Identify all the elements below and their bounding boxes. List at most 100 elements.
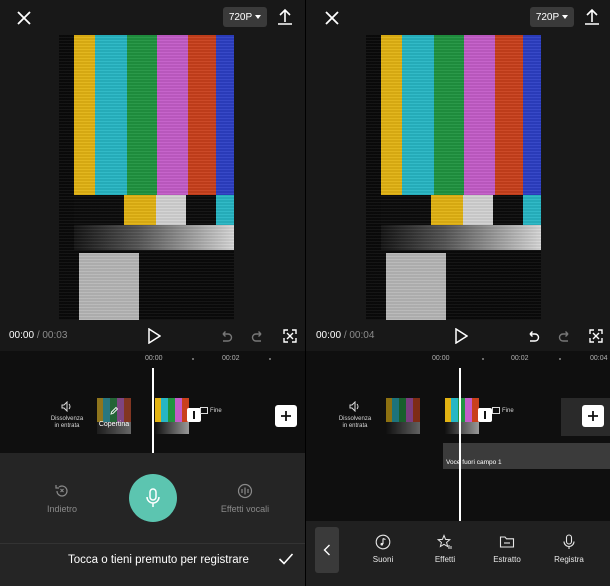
test-row — [124, 195, 156, 225]
record-hint: Tocca o tieni premuto per registrare — [68, 554, 249, 566]
rewind-icon — [55, 485, 68, 497]
record-button[interactable] — [129, 474, 177, 522]
voice-effects-icon — [237, 483, 253, 499]
fade-in-option[interactable]: Dissolvenza in entrata — [45, 401, 89, 430]
test-row — [216, 195, 234, 225]
chevron-left-icon — [323, 544, 330, 556]
cover-thumbnail — [97, 398, 131, 434]
fullscreen-icon[interactable] — [283, 329, 297, 343]
end-option[interactable]: Fine — [492, 407, 514, 414]
speaker-icon — [61, 401, 71, 412]
plus-icon — [281, 411, 291, 421]
ruler-dot — [482, 358, 484, 360]
color-bar — [74, 35, 95, 195]
split-icon[interactable] — [187, 408, 201, 422]
test-row — [523, 195, 541, 225]
microphone-icon — [563, 534, 575, 549]
back-label: Indietro — [46, 504, 78, 514]
ruler-tick: 00:00 — [145, 355, 163, 362]
color-bar — [402, 35, 434, 195]
voice-effects-label: Effetti vocali — [220, 504, 270, 514]
tool-effects-label: Effetti — [434, 555, 456, 564]
export-icon[interactable] — [276, 7, 294, 27]
cover-label: Copertina — [98, 421, 130, 428]
color-bar — [188, 35, 216, 195]
tool-record-label: Registra — [554, 555, 584, 564]
back-button[interactable]: Indietro — [40, 483, 84, 514]
tool-effects[interactable]: Effetti — [420, 534, 470, 564]
undo-icon[interactable] — [219, 329, 233, 343]
play-icon[interactable] — [454, 328, 468, 344]
music-note-icon — [375, 534, 391, 550]
test-row — [381, 195, 431, 225]
end-icon — [200, 407, 208, 414]
end-icon — [492, 407, 500, 414]
test-row — [186, 195, 216, 225]
close-icon[interactable] — [14, 8, 34, 28]
voice-effects-button[interactable]: Effetti vocali — [213, 483, 277, 514]
speaker-icon — [349, 401, 359, 412]
playhead[interactable] — [152, 368, 154, 453]
microphone-icon — [146, 488, 160, 507]
test-row — [74, 195, 124, 225]
pencil-icon — [110, 406, 119, 415]
tool-extract[interactable]: Estratto — [482, 534, 532, 564]
tool-record[interactable]: Registra — [544, 534, 594, 564]
test-row — [156, 195, 186, 225]
video-preview[interactable] — [59, 35, 234, 320]
resolution-label: 720P — [228, 11, 253, 23]
resolution-button[interactable]: 720P — [530, 7, 574, 27]
ruler-dot — [192, 358, 194, 360]
ruler-tick: 00:00 — [432, 355, 450, 362]
color-bar — [127, 35, 157, 195]
right-editor-panel: 720P 00:00 / 00:04 00:00 00:02 00:04 Dis… — [306, 0, 610, 586]
video-preview[interactable] — [366, 35, 541, 320]
divider — [0, 543, 305, 544]
fullscreen-icon[interactable] — [589, 329, 603, 343]
ruler-dot — [269, 358, 271, 360]
play-icon[interactable] — [147, 328, 161, 344]
color-bar — [95, 35, 127, 195]
fade-label-line1: Dissolvenza — [338, 416, 372, 422]
add-clip-button[interactable] — [582, 405, 604, 427]
time-display: 00:00 / 00:03 — [9, 330, 68, 341]
redo-icon[interactable] — [251, 329, 265, 343]
video-clip[interactable] — [155, 398, 189, 434]
undo-icon[interactable] — [526, 329, 540, 343]
redo-icon[interactable] — [558, 329, 572, 343]
video-clip[interactable] — [445, 398, 479, 434]
cover-thumbnail[interactable] — [386, 398, 420, 434]
end-label: Fine — [210, 407, 222, 414]
cover-button[interactable]: Copertina — [97, 398, 131, 434]
color-bar — [523, 35, 541, 195]
fade-in-option[interactable]: Dissolvenza in entrata — [333, 401, 377, 430]
timeline[interactable] — [306, 351, 610, 521]
tool-sounds[interactable]: Suoni — [358, 534, 408, 564]
test-row — [493, 195, 523, 225]
chevron-down-icon — [255, 15, 262, 19]
color-bar — [464, 35, 495, 195]
time-total: 00:04 — [349, 330, 375, 341]
color-bar — [216, 35, 234, 195]
add-clip-button[interactable] — [275, 405, 297, 427]
export-icon[interactable] — [583, 7, 601, 27]
split-icon[interactable] — [478, 408, 492, 422]
back-button[interactable] — [315, 527, 339, 573]
time-current: 00:00 — [316, 330, 342, 341]
chevron-down-icon — [562, 15, 569, 19]
gray-gradient — [74, 225, 234, 250]
plus-icon — [588, 411, 598, 421]
resolution-label: 720P — [535, 11, 560, 23]
close-icon[interactable] — [322, 8, 342, 28]
folder-icon — [499, 536, 515, 548]
resolution-button[interactable]: 720P — [223, 7, 267, 27]
fade-label-line1: Dissolvenza — [50, 416, 84, 422]
playhead[interactable] — [459, 368, 461, 521]
color-bar — [381, 35, 402, 195]
check-icon[interactable] — [278, 552, 294, 566]
end-option[interactable]: Fine — [200, 407, 222, 414]
ruler-tick: 00:04 — [590, 355, 608, 362]
fade-label-line2: in entrata — [54, 423, 80, 429]
tool-extract-label: Estratto — [493, 555, 521, 564]
time-total: 00:03 — [42, 330, 68, 341]
